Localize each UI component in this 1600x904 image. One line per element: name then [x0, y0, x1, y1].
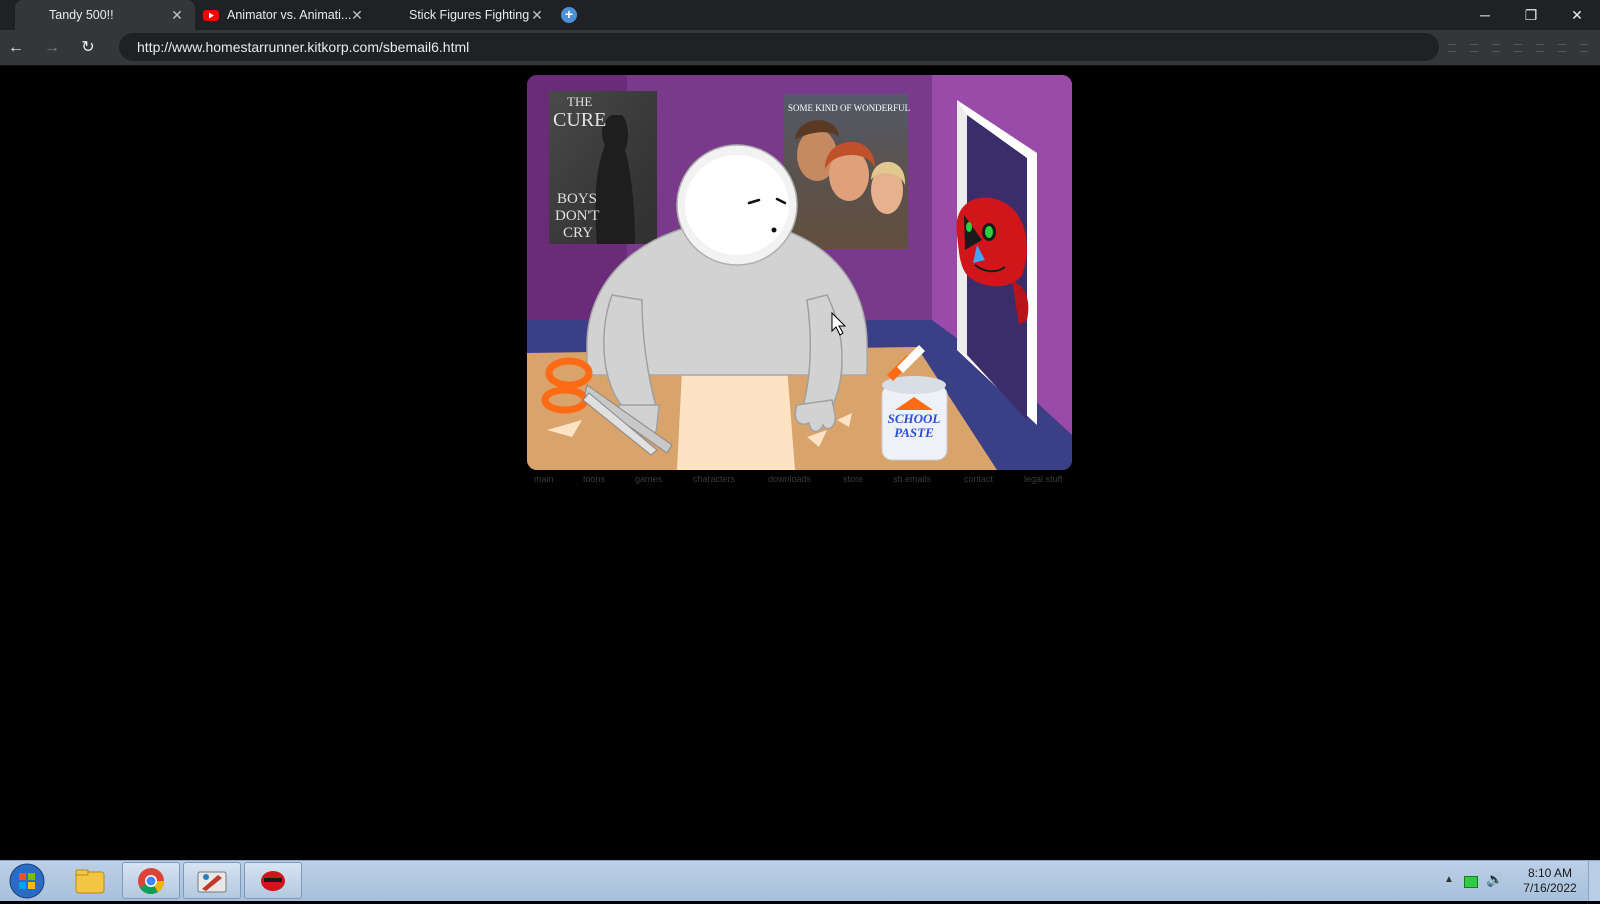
close-window-icon[interactable]: ✕: [1554, 0, 1600, 30]
restore-icon[interactable]: ❐: [1508, 0, 1554, 30]
new-tab-icon[interactable]: +: [561, 7, 577, 23]
extension-icon[interactable]: [1536, 44, 1544, 52]
tab-title: Tandy 500!!: [49, 8, 114, 22]
tab-strip: Tandy 500!! ✕ Animator vs. Animati... ✕ …: [0, 0, 1600, 30]
poster-text: BOYS: [557, 191, 597, 207]
extension-icon[interactable]: [1558, 44, 1566, 52]
address-bar[interactable]: http://www.homestarrunner.kitkorp.com/sb…: [119, 33, 1439, 61]
paste-label: SCHOOL: [888, 411, 941, 426]
taskbar: ▲ 🔊 8:10 AM 7/16/2022: [0, 860, 1600, 901]
nav-link-toons[interactable]: toons: [583, 474, 605, 484]
cartoon-scene: THE CURE BOYS DON'T CRY SOME KIND OF WON…: [527, 75, 1072, 470]
poster-text: CURE: [553, 109, 606, 131]
nav-link-store[interactable]: store: [843, 474, 863, 484]
reload-icon[interactable]: ↻: [76, 36, 100, 60]
paper: [677, 367, 795, 470]
start-orb-icon[interactable]: [0, 862, 58, 899]
extension-icon[interactable]: [1514, 44, 1522, 52]
minimize-icon[interactable]: ─: [1462, 0, 1508, 30]
youtube-icon: [203, 10, 219, 21]
nav-link-downloads[interactable]: downloads: [768, 474, 811, 484]
nav-link-legal-stuff[interactable]: legal stuff: [1024, 474, 1062, 484]
flash-animation[interactable]: THE CURE BOYS DON'T CRY SOME KIND OF WON…: [527, 75, 1072, 470]
poster-title: SOME KIND OF WONDERFUL: [788, 103, 910, 113]
clock-date: 7/16/2022: [1523, 881, 1577, 895]
show-desktop-button[interactable]: [1588, 861, 1600, 901]
poster-the-cure: THE CURE BOYS DON'T CRY: [549, 91, 657, 244]
clock[interactable]: 8:10 AM 7/16/2022: [1512, 866, 1588, 896]
close-tab-icon[interactable]: ✕: [529, 7, 545, 23]
show-hidden-icons-icon[interactable]: ▲: [1444, 874, 1454, 885]
tab-stick-figures-fighting[interactable]: Stick Figures Fighting ✕: [375, 0, 555, 30]
nav-link-characters[interactable]: characters: [693, 474, 735, 484]
extension-icon[interactable]: [1492, 44, 1500, 52]
nav-link-games[interactable]: games: [635, 474, 662, 484]
volume-icon[interactable]: 🔊: [1486, 871, 1503, 888]
paste-label: PASTE: [894, 425, 934, 440]
nav-link-main[interactable]: main: [534, 474, 554, 484]
windows-explorer-icon[interactable]: [61, 862, 119, 899]
poster-text: CRY: [563, 225, 593, 241]
extension-icon[interactable]: [1470, 44, 1478, 52]
tab-title: Animator vs. Animati...: [227, 8, 352, 22]
url-text: http://www.homestarrunner.kitkorp.com/sb…: [137, 39, 470, 55]
network-icon[interactable]: [1464, 876, 1478, 888]
forward-icon[interactable]: →: [40, 36, 64, 60]
browser-toolbar: ← → ↻ http://www.homestarrunner.kitkorp.…: [0, 30, 1600, 66]
clock-time: 8:10 AM: [1527, 866, 1573, 880]
nav-link-contact[interactable]: contact: [964, 474, 993, 484]
poster-text: THE: [567, 94, 592, 109]
menu-icon[interactable]: [1580, 44, 1588, 52]
poster-some-kind-of-wonderful: SOME KIND OF WONDERFUL: [784, 94, 910, 249]
nav-link-sb-emails[interactable]: sb emails: [893, 474, 931, 484]
tab-title: Stick Figures Fighting: [409, 8, 530, 22]
close-tab-icon[interactable]: ✕: [169, 7, 185, 23]
tab-tandy-500[interactable]: Tandy 500!! ✕: [15, 0, 195, 30]
paint-app-icon[interactable]: [183, 862, 241, 899]
flash-player-icon[interactable]: [244, 862, 302, 899]
close-tab-icon[interactable]: ✕: [349, 7, 365, 23]
poster-text: DON'T: [555, 208, 599, 224]
tab-animator-vs-animation[interactable]: Animator vs. Animati... ✕: [195, 0, 375, 30]
extension-icon[interactable]: [1448, 44, 1456, 52]
site-navigation: main toons games characters downloads st…: [527, 474, 1072, 488]
google-chrome-icon[interactable]: [122, 862, 180, 899]
system-tray: ▲ 🔊: [1440, 861, 1510, 901]
back-icon[interactable]: ←: [4, 36, 28, 60]
